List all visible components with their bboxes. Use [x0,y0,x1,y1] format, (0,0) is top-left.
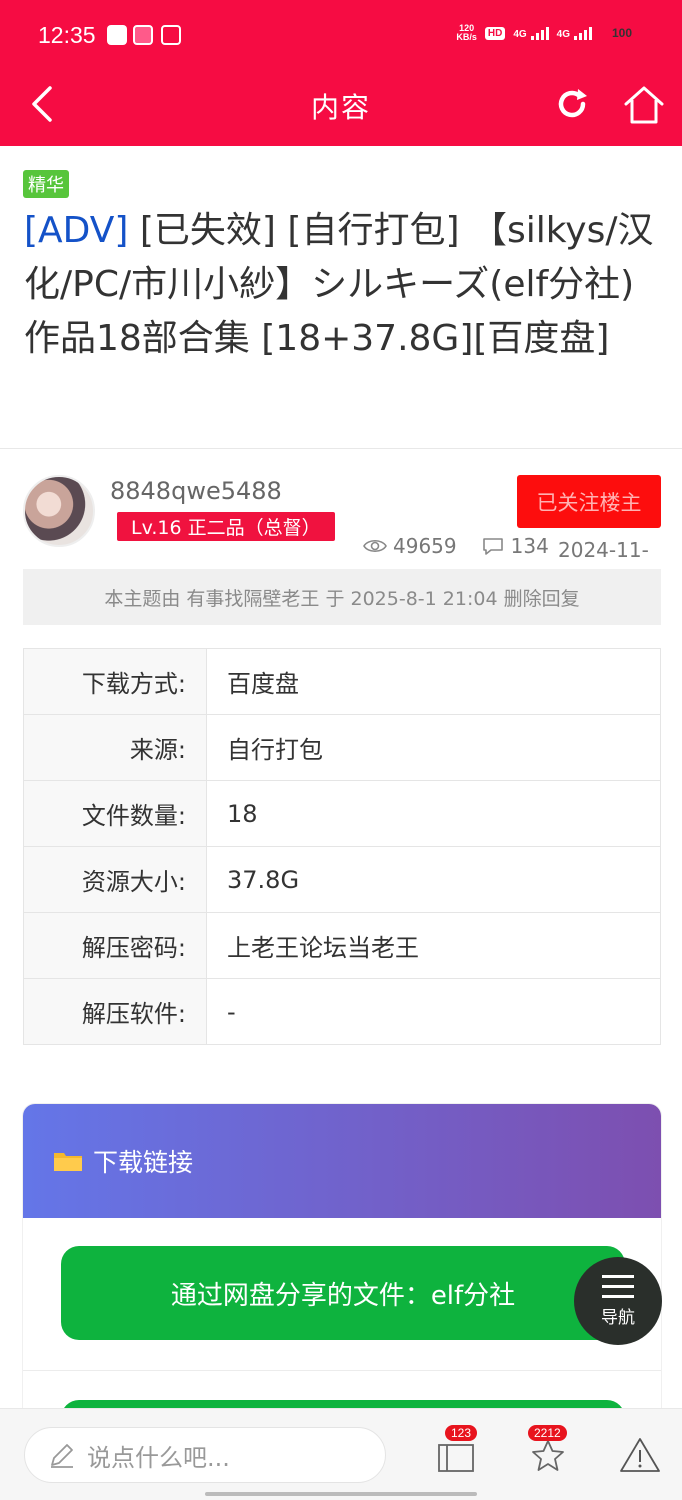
refresh-icon [558,89,587,118]
author-username[interactable]: 8848qwe5488 [110,477,282,505]
clipboard-icon [107,25,127,45]
app-notification-icon-2 [161,25,181,45]
info-key: 解压软件: [23,978,207,1045]
info-key: 文件数量: [23,780,207,847]
download-card: 下载链接 通过网盘分享的文件：elf分社 [23,1104,661,1424]
pen-icon [51,1444,73,1468]
app-notification-icon [133,25,153,45]
info-key: 来源: [23,714,207,781]
follow-button[interactable]: 已关注楼主 [517,475,661,528]
download-header: 下载链接 [23,1104,661,1218]
table-row: 解压软件: - [23,978,661,1045]
essence-badge: 精华 [23,170,69,198]
table-row: 下载方式: 百度盘 [23,648,661,715]
info-value: 37.8G [206,846,661,913]
refresh-button[interactable] [552,84,592,124]
divider [23,1370,661,1371]
info-key: 资源大小: [23,846,207,913]
app-bar: 内容 [0,70,682,146]
battery-icon: 100 [600,24,644,42]
nav-fab-label: 导航 [601,1307,635,1328]
table-row: 资源大小: 37.8G [23,846,661,913]
folder-icon [54,1153,82,1171]
info-value: 自行打包 [206,714,661,781]
info-key: 下载方式: [23,648,207,715]
bottom-bar: 说点什么吧... 123 2212 [0,1408,682,1500]
table-row: 来源: 自行打包 [23,714,661,781]
reply-button[interactable]: 123 [435,1425,479,1477]
comment-placeholder: 说点什么吧... [87,1443,230,1472]
comment-input[interactable]: 说点什么吧... [24,1427,386,1483]
menu-icon [602,1274,634,1299]
resource-info-table: 下载方式: 百度盘 来源: 自行打包 文件数量: 18 资源大小: 37.8G … [23,648,661,1045]
net-speed: 120 KB/s [456,23,477,42]
post-title: [ADV] [已失效] [自行打包] 【silkys/汉化/PC/市川小紗】シル… [24,204,664,366]
report-button[interactable] [618,1433,662,1477]
status-bar: 12:35 120 KB/s HD 4G 4G 100 [0,0,682,70]
favorite-button[interactable]: 2212 [526,1425,570,1477]
signal-icon-2: 4G [557,26,592,40]
info-value: 百度盘 [206,648,661,715]
table-row: 解压密码: 上老王论坛当老王 [23,912,661,979]
warning-icon [620,1438,660,1472]
post-header: 精华 [ADV] [已失效] [自行打包] 【silkys/汉化/PC/市川小紗… [0,146,682,449]
moderation-notice: 本主题由 有事找隔壁老王 于 2025-8-1 21:04 删除回复 [23,569,661,625]
info-value: - [206,978,661,1045]
adv-tag[interactable]: [ADV] [24,210,128,251]
home-button[interactable] [622,82,666,126]
download-link-button[interactable]: 通过网盘分享的文件：elf分社 [61,1246,625,1340]
info-value: 18 [206,780,661,847]
reply-count-badge: 123 [445,1425,478,1441]
top-bar: 12:35 120 KB/s HD 4G 4G 100 内容 [0,0,682,146]
home-icon [624,86,664,124]
status-time: 12:35 [38,22,96,48]
nav-fab-button[interactable]: 导航 [574,1257,662,1345]
signal-icon: 4G [513,26,549,40]
table-row: 文件数量: 18 [23,780,661,847]
hd-icon: HD [484,26,506,40]
status-right: 120 KB/s HD 4G 4G 100 [456,24,644,42]
info-key: 解压密码: [23,912,207,979]
info-value: 上老王论坛当老王 [206,912,661,979]
home-indicator[interactable] [205,1492,477,1496]
favorite-count-badge: 2212 [528,1425,567,1441]
download-header-title: 下载链接 [93,1148,194,1177]
